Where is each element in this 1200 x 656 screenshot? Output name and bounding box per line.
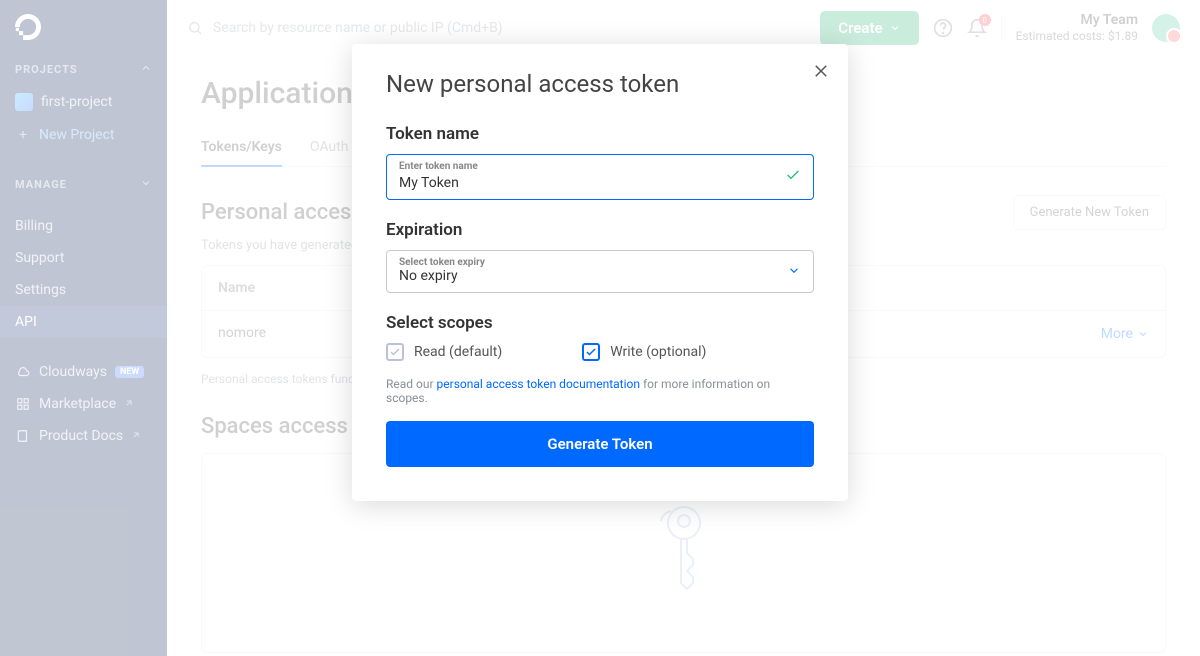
expiration-label: Expiration <box>386 220 814 240</box>
generate-token-submit[interactable]: Generate Token <box>386 421 814 467</box>
scope-write[interactable]: Write (optional) <box>582 343 706 361</box>
token-name-field[interactable]: Enter token name <box>386 154 814 200</box>
token-name-label: Token name <box>386 124 814 144</box>
modal-title: New personal access token <box>386 70 814 98</box>
expiration-float-label: Select token expiry <box>399 257 801 268</box>
expiration-select[interactable]: Select token expiry No expiry <box>386 250 814 293</box>
scopes-label: Select scopes <box>386 313 814 333</box>
scope-read: Read (default) <box>386 343 502 361</box>
close-button[interactable] <box>812 62 830 84</box>
token-name-float-label: Enter token name <box>399 161 801 172</box>
expiration-value: No expiry <box>399 268 761 284</box>
docs-link[interactable]: personal access token documentation <box>437 377 640 391</box>
chevron-down-icon <box>787 262 801 281</box>
scopes-note: Read our personal access token documenta… <box>386 377 814 405</box>
checkbox-write[interactable] <box>582 343 600 361</box>
token-name-input[interactable] <box>399 175 761 191</box>
scope-write-label: Write (optional) <box>610 344 706 360</box>
new-token-modal: New personal access token Token name Ent… <box>352 44 848 501</box>
close-icon <box>812 62 830 80</box>
check-icon <box>785 167 801 187</box>
scope-read-label: Read (default) <box>414 344 502 360</box>
checkbox-read <box>386 343 404 361</box>
